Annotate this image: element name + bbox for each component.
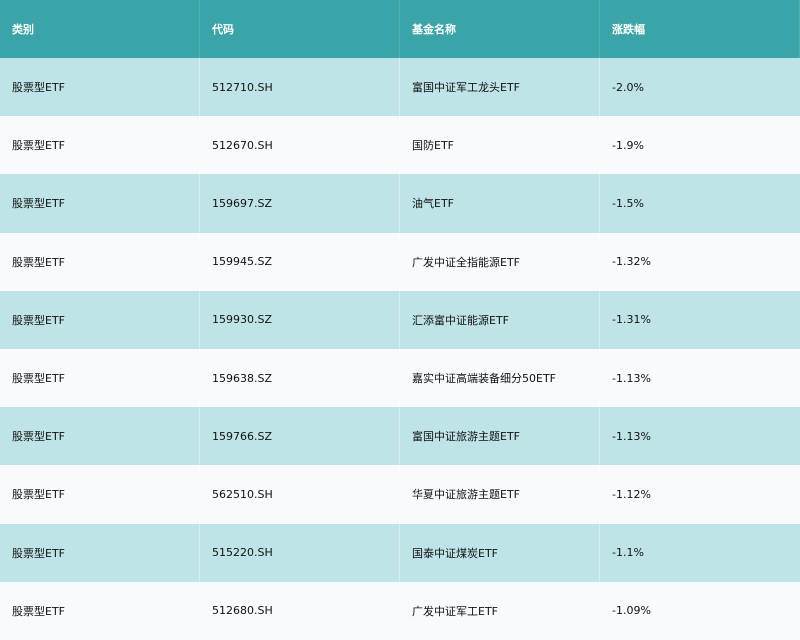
table-row[interactable]: 股票型ETF 562510.SH 华夏中证旅游主题ETF -1.12% [0,465,800,524]
cell-change: -1.31% [612,313,651,327]
cell-code: 512670.SH [200,116,400,175]
table-row[interactable]: 股票型ETF 159945.SZ 广发中证全指能源ETF -1.32% [0,232,800,291]
cell-category: 股票型ETF [0,407,200,466]
cell-category: 股票型ETF [0,581,200,640]
cell-category: 股票型ETF [0,232,200,291]
cell-code: 159766.SZ [200,407,400,466]
cell-change: -1.12% [612,487,651,501]
cell-change: -1.13% [612,429,651,443]
cell-fund-name: 广发中证全指能源ETF [400,232,600,291]
cell-category: 股票型ETF [0,174,200,233]
table-row[interactable]: 股票型ETF 512710.SH 富国中证军工龙头ETF -2.0% [0,58,800,117]
cell-change: -2.0% [612,80,644,94]
cell-fund-name: 嘉实中证高端装备细分50ETF [400,348,600,408]
cell-fund-name: 华夏中证旅游主题ETF [400,465,600,524]
table-row[interactable]: 股票型ETF 159638.SZ 嘉实中证高端装备细分50ETF -1.13% [0,348,800,408]
cell-code: 159638.SZ [200,348,400,408]
cell-code: 159697.SZ [200,174,400,233]
cell-change: -1.9% [612,138,644,152]
cell-change: -1.32% [612,255,651,269]
cell-code: 515220.SH [200,523,400,582]
cell-code: 562510.SH [200,465,400,524]
table-header: 类别 代码 基金名称 涨跌幅 [0,0,800,58]
cell-category: 股票型ETF [0,116,200,175]
cell-category: 股票型ETF [0,58,200,117]
fund-table: 类别 代码 基金名称 涨跌幅 股票型ETF 512710.SH 富国中证军工龙头… [0,0,800,640]
header-category[interactable]: 类别 [0,0,200,58]
cell-fund-name: 汇添富中证能源ETF [400,290,600,349]
header-code[interactable]: 代码 [200,0,400,58]
table-row[interactable]: 股票型ETF 159697.SZ 油气ETF -1.5% [0,174,800,233]
cell-change: -1.13% [612,371,651,385]
cell-fund-name: 富国中证旅游主题ETF [400,407,600,466]
cell-change: -1.5% [612,196,644,210]
cell-category: 股票型ETF [0,523,200,582]
table-row[interactable]: 股票型ETF 512680.SH 广发中证军工ETF -1.09% [0,581,800,640]
cell-change: -1.09% [612,604,651,618]
cell-code: 159945.SZ [200,232,400,291]
cell-category: 股票型ETF [0,348,200,408]
table-row[interactable]: 股票型ETF 512670.SH 国防ETF -1.9% [0,116,800,175]
table-row[interactable]: 股票型ETF 159930.SZ 汇添富中证能源ETF -1.31% [0,290,800,349]
cell-code: 512680.SH [200,581,400,640]
cell-fund-name: 富国中证军工龙头ETF [400,58,600,117]
cell-category: 股票型ETF [0,465,200,524]
cell-change: -1.1% [612,546,644,560]
cell-fund-name: 油气ETF [400,174,600,233]
cell-fund-name: 广发中证军工ETF [400,581,600,640]
cell-fund-name: 国防ETF [400,116,600,175]
header-change[interactable]: 涨跌幅 [600,0,800,58]
cell-code: 512710.SH [200,58,400,117]
cell-code: 159930.SZ [200,290,400,349]
cell-fund-name: 国泰中证煤炭ETF [400,523,600,582]
table-row[interactable]: 股票型ETF 159766.SZ 富国中证旅游主题ETF -1.13% [0,407,800,466]
cell-category: 股票型ETF [0,290,200,349]
table-row[interactable]: 股票型ETF 515220.SH 国泰中证煤炭ETF -1.1% [0,523,800,582]
header-fund-name[interactable]: 基金名称 [400,0,600,58]
